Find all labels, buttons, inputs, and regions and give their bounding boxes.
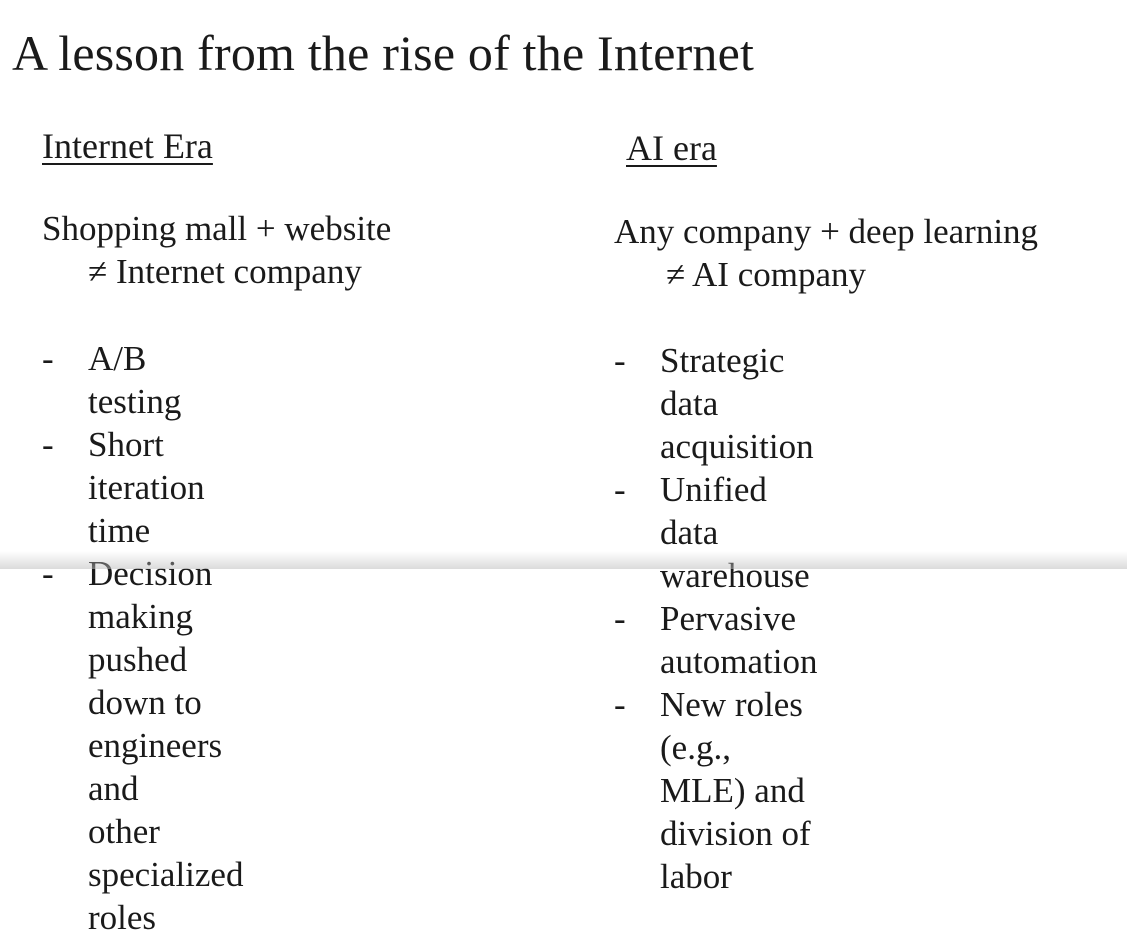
bullet-text: Pervasive automation <box>660 599 818 681</box>
bullet-text: New roles (e.g., MLE) and division of la… <box>660 685 811 896</box>
ai-equation-line2: ≠ AI company <box>666 255 867 294</box>
ai-era-heading: AI era <box>626 128 717 168</box>
bullet-text: Decision making pushed down to engineers… <box>88 554 244 937</box>
bullet-dash: - <box>614 599 626 638</box>
slide-title: A lesson from the rise of the Internet <box>12 25 755 81</box>
bullet-dash: - <box>614 685 626 724</box>
internet-equation-line2: ≠ Internet company <box>88 252 362 291</box>
bullet-dash: - <box>42 339 54 378</box>
bullet-item-decision-making: - Decision making pushed down to engineer… <box>42 552 243 939</box>
bullet-text: Short iteration time <box>88 425 205 550</box>
bullet-dash: - <box>614 341 626 380</box>
bullet-item-data-warehouse: - Unified data warehouse <box>614 468 817 597</box>
internet-era-bullet-list: - A/B testing - Short iteration time - Deci… <box>42 337 243 939</box>
bullet-dash: - <box>42 554 54 593</box>
bullet-text: Strategic data acquisition <box>660 341 814 466</box>
bullet-item-short-iteration: - Short iteration time <box>42 423 243 552</box>
bullet-dash: - <box>614 470 626 509</box>
bullet-item-ab-testing: - A/B testing <box>42 337 243 423</box>
bullet-item-automation: - Pervasive automation <box>614 597 817 683</box>
bullet-text: A/B testing <box>88 339 182 421</box>
ai-era-bullet-list: - Strategic data acquisition - Unified dat… <box>614 339 817 898</box>
bullet-text: Unified data warehouse <box>660 470 810 595</box>
bullet-item-data-acquisition: - Strategic data acquisition <box>614 339 817 468</box>
bullet-item-new-roles: - New roles (e.g., MLE) and division of l… <box>614 683 817 898</box>
bullet-dash: - <box>42 425 54 464</box>
ai-equation-line1: Any company + deep learning <box>614 212 1039 251</box>
internet-equation-line1: Shopping mall + website <box>42 209 392 248</box>
internet-era-heading: Internet Era <box>42 126 213 166</box>
